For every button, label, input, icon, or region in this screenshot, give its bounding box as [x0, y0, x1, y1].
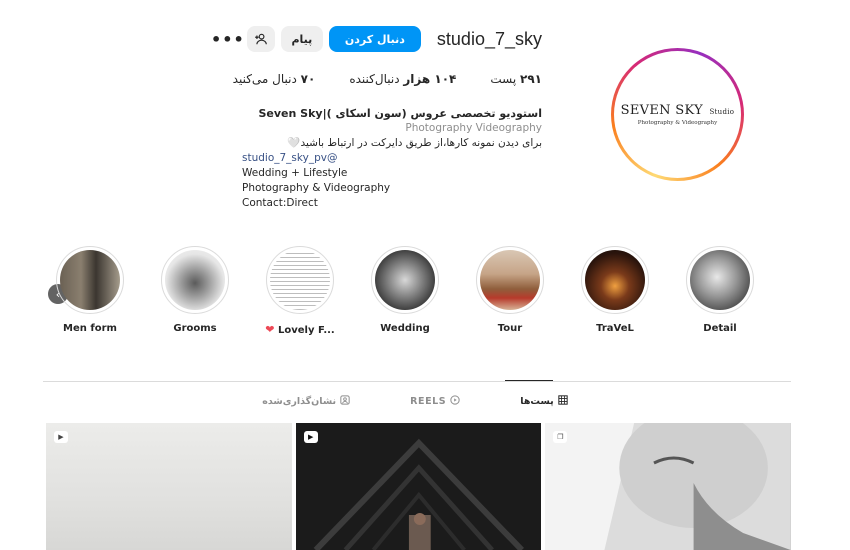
active-tab-indicator — [505, 380, 553, 381]
tabs-divider — [43, 381, 791, 382]
highlight-grooms[interactable]: Grooms — [160, 246, 230, 341]
highlight-thumbnail — [270, 250, 330, 310]
highlight-label: Detail — [703, 323, 737, 334]
bio-name: استودیو تخصصی عروس (سون اسکای )|Seven Sk… — [258, 107, 543, 120]
add-person-icon — [255, 33, 267, 45]
highlight-tour[interactable]: Tour — [475, 246, 545, 341]
following-label: دنبال می‌کنید — [232, 72, 297, 86]
followers-label: دنبال‌کننده — [349, 72, 400, 86]
followers-count[interactable]: ۱۰۴ هزار دنبال‌کننده — [349, 72, 456, 86]
highlight-label: Wedding — [380, 323, 430, 334]
highlight-label: Men form — [63, 323, 117, 334]
follow-button[interactable]: دنبال کردن — [328, 26, 421, 52]
logo-brand: SEVEN SKY — [620, 103, 704, 118]
heart-icon: ❤ — [265, 323, 275, 336]
highlight-detail[interactable]: Detail — [685, 246, 755, 341]
highlight-travel[interactable]: TraVeL — [580, 246, 650, 341]
bio-line: Contact:Direct — [242, 197, 318, 209]
tab-tagged-label: نشان‌گذاری‌شده — [262, 396, 337, 407]
bio-line: Photography & Videography — [242, 182, 391, 194]
logo-subtitle: Photography & Videography — [637, 120, 718, 126]
username: studio_7_sky — [436, 28, 542, 49]
bio-mention-link[interactable]: studio_7_sky_pv@ — [242, 151, 542, 166]
story-highlights: Men form Grooms ❤ Lovely F... Wedding To… — [55, 246, 755, 341]
highlight-label: Grooms — [173, 323, 217, 334]
carousel-icon: ❐ — [553, 431, 568, 443]
bio-category: Photography Videography — [405, 122, 542, 134]
highlight-thumbnail — [165, 250, 225, 310]
highlight-thumbnail — [480, 250, 540, 310]
highlight-ring — [581, 246, 649, 314]
message-button[interactable]: پیام — [280, 26, 323, 52]
followers-value: ۱۰۴ هزار — [403, 72, 457, 86]
highlight-ring — [266, 246, 334, 314]
tab-posts-label: پست‌ها — [520, 396, 554, 407]
highlight-thumbnail — [585, 250, 645, 310]
bio-line: Wedding + Lifestyle — [242, 167, 348, 179]
logo-studio: Studio — [709, 108, 735, 116]
highlight-men-form[interactable]: Men form — [55, 246, 125, 341]
tab-reels-label: REELS — [410, 396, 447, 407]
following-value: ۷۰ — [300, 72, 316, 86]
highlight-wedding[interactable]: Wedding — [370, 246, 440, 341]
post-thumbnail[interactable]: ❐ — [545, 423, 792, 550]
profile-bio: استودیو تخصصی عروس (سون اسکای )|Seven Sk… — [242, 106, 542, 211]
post-thumbnail[interactable]: ▶ — [295, 423, 542, 550]
post-image — [545, 423, 792, 550]
highlight-thumbnail — [375, 250, 435, 310]
logo-main-text: SEVEN SKY Studio — [621, 103, 735, 118]
posts-grid: ▶ ▶ ❐ — [46, 423, 792, 550]
suggest-user-button[interactable] — [246, 26, 275, 52]
post-image — [295, 423, 542, 550]
highlight-label-text: Lovely F... — [277, 325, 335, 336]
highlight-label: ❤ Lovely F... — [265, 323, 334, 336]
following-count[interactable]: ۷۰ دنبال می‌کنید — [233, 72, 316, 86]
reel-icon: ▶ — [303, 431, 318, 443]
profile-tabs: نشان‌گذاری‌شده REELS پست‌ها — [43, 395, 791, 408]
studio-logo: SEVEN SKY Studio Photography & Videograp… — [617, 54, 738, 175]
profile-stats: ۲۹۱ پست ۱۰۴ هزار دنبال‌کننده ۷۰ دنبال می… — [199, 72, 542, 86]
bio-line: برای دیدن نمونه کارها،از طریق دایرکت در … — [287, 137, 542, 149]
highlight-ring — [161, 246, 229, 314]
posts-count: ۲۹۱ پست — [490, 72, 542, 86]
tab-tagged[interactable]: نشان‌گذاری‌شده — [262, 395, 354, 408]
posts-value: ۲۹۱ — [520, 72, 542, 86]
avatar-inner: SEVEN SKY Studio Photography & Videograp… — [614, 51, 741, 178]
reel-icon: ▶ — [54, 431, 68, 443]
highlight-ring — [686, 246, 754, 314]
highlight-ring — [371, 246, 439, 314]
highlight-ring — [476, 246, 544, 314]
grid-icon — [558, 395, 568, 408]
highlight-thumbnail — [690, 250, 750, 310]
more-options-icon[interactable]: ••• — [211, 25, 244, 53]
reels-icon — [450, 395, 460, 408]
profile-actions: ••• پیام دنبال کردن studio_7_sky — [211, 25, 542, 53]
profile-avatar[interactable]: SEVEN SKY Studio Photography & Videograp… — [611, 48, 744, 181]
posts-label: پست — [490, 72, 517, 86]
tagged-icon — [340, 395, 350, 408]
highlight-label: Tour — [497, 323, 523, 334]
tab-posts[interactable]: پست‌ها — [520, 395, 571, 408]
highlight-ring — [56, 246, 124, 314]
highlight-lovely[interactable]: ❤ Lovely F... — [265, 246, 335, 341]
highlight-label: TraVeL — [596, 323, 634, 334]
tab-reels[interactable]: REELS — [410, 395, 464, 408]
highlight-thumbnail — [60, 250, 120, 310]
post-thumbnail[interactable]: ▶ — [46, 423, 292, 550]
